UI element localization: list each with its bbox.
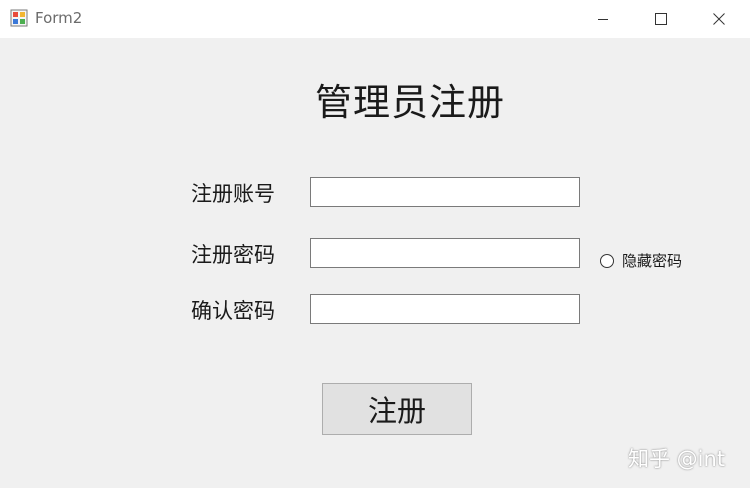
app-window: Form2 管理员注册 注册账号 注册密码 隐藏密码 确认密码 注册 知乎 @i…	[0, 0, 750, 488]
title-bar[interactable]: Form2	[0, 0, 750, 38]
maximize-icon	[655, 13, 667, 25]
close-icon	[713, 13, 725, 25]
confirm-password-input[interactable]	[310, 294, 580, 324]
maximize-button[interactable]	[638, 0, 684, 38]
password-input[interactable]	[310, 238, 580, 268]
account-label: 注册账号	[191, 182, 275, 206]
hide-password-radio[interactable]: 隐藏密码	[600, 250, 682, 271]
minimize-button[interactable]	[580, 0, 626, 38]
hide-password-label: 隐藏密码	[622, 252, 683, 270]
minimize-icon	[598, 19, 608, 20]
register-button[interactable]: 注册	[322, 383, 472, 435]
password-label: 注册密码	[191, 243, 275, 267]
close-button[interactable]	[696, 0, 742, 38]
page-title: 管理员注册	[315, 81, 505, 124]
form-app-icon	[10, 9, 28, 27]
radio-circle-icon[interactable]	[600, 253, 614, 268]
window-title: Form2	[35, 9, 83, 27]
watermark: 知乎 @int	[628, 447, 726, 471]
confirm-password-label: 确认密码	[191, 299, 275, 323]
account-input[interactable]	[310, 177, 580, 207]
